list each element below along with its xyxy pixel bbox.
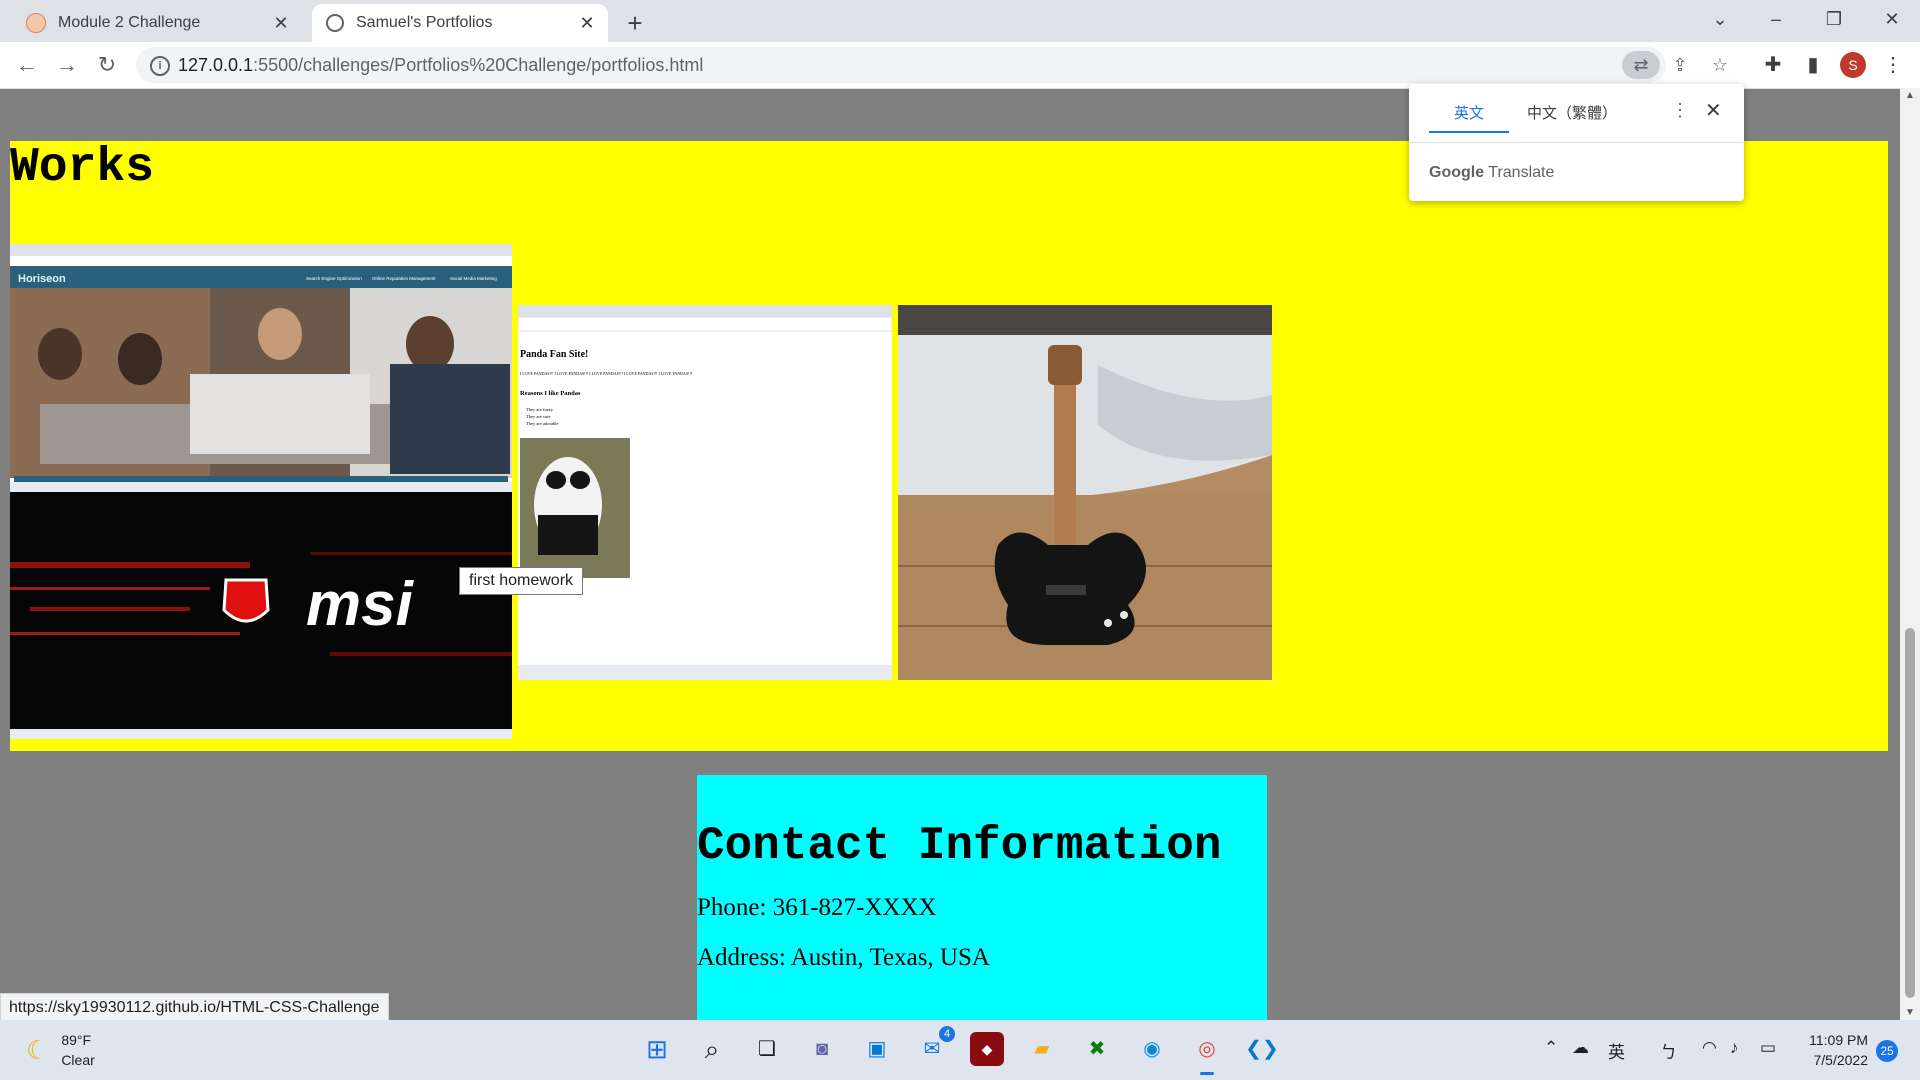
battery-icon[interactable]: ▭	[1760, 1038, 1776, 1058]
panda-project-image[interactable]: Panda Fan Site! I LOVE PANDAS!!! I LOVE …	[518, 305, 892, 680]
chrome-active-indicator	[1200, 1072, 1214, 1075]
clock-time: 11:09 PM	[1809, 1032, 1868, 1048]
search-icon[interactable]: ⌕	[695, 1032, 729, 1066]
contact-heading: Contact Information	[697, 820, 1222, 872]
teams-chat-icon[interactable]: ◙	[805, 1032, 839, 1066]
weather-condition: Clear	[61, 1052, 95, 1068]
panda-site-screenshot: Panda Fan Site! I LOVE PANDAS!!! I LOVE …	[518, 305, 892, 680]
volume-icon[interactable]: ♪	[1730, 1038, 1739, 1058]
share-icon[interactable]: ⇪	[1666, 51, 1694, 79]
translate-target-tab[interactable]: 中文（繁體）	[1527, 102, 1617, 123]
panda-reason-1: They are fuzzy	[526, 407, 554, 412]
horiseon-project-image[interactable]: Horiseon Search Engine Optimization Onli…	[10, 244, 512, 492]
profile-avatar[interactable]: S	[1840, 52, 1866, 78]
panda-title: Panda Fan Site!	[520, 349, 588, 360]
task-view-icon[interactable]: ❏	[750, 1032, 784, 1066]
new-tab-button[interactable]: +	[622, 8, 648, 39]
vscode-icon[interactable]: ❮❯	[1245, 1032, 1279, 1066]
image-tooltip: first homework	[459, 567, 584, 595]
forward-button[interactable]: →	[52, 50, 82, 80]
horiseon-nav-2: Online Reputation Management	[372, 276, 436, 281]
notification-badge[interactable]: 25	[1876, 1040, 1898, 1062]
site-info-icon[interactable]: i	[150, 56, 170, 76]
moon-icon: ☾	[26, 1034, 50, 1065]
more-options-icon[interactable]: ⋮	[1671, 100, 1689, 121]
link-status-bar: https://sky19930112.github.io/HTML-CSS-C…	[0, 993, 389, 1023]
horiseon-nav-1: Search Engine Optimization	[306, 276, 362, 281]
close-tab-icon[interactable]: ✕	[268, 13, 294, 34]
chrome-icon[interactable]: ◎	[1190, 1032, 1224, 1066]
works-heading: Works	[10, 141, 155, 195]
scrollbar-thumb[interactable]	[1905, 628, 1915, 998]
back-button[interactable]: ←	[12, 50, 42, 80]
file-explorer-icon[interactable]: ▰	[1025, 1032, 1059, 1066]
address-bar[interactable]: i 127.0.0.1:5500/challenges/Portfolios%2…	[136, 47, 1728, 83]
weather-temp: 89°F	[61, 1032, 92, 1048]
bookmark-star-icon[interactable]: ☆	[1706, 51, 1734, 79]
horiseon-screenshot: Horiseon Search Engine Optimization Onli…	[10, 244, 512, 492]
translate-icon[interactable]: ⇄	[1622, 51, 1660, 79]
onedrive-icon[interactable]: ☁	[1572, 1038, 1589, 1058]
mail-icon[interactable]: ✉ 4	[915, 1026, 955, 1066]
horiseon-nav-3: Social Media Marketing	[450, 276, 497, 281]
side-panel-icon[interactable]: ▮	[1800, 52, 1826, 78]
contact-address: Address: Austin, Texas, USA	[697, 944, 990, 971]
translate-popup: 英文 中文（繁體） ⋮ ✕ Google Translate	[1409, 84, 1744, 201]
store-icon[interactable]: ▣	[860, 1032, 894, 1066]
page-scrollbar[interactable]: ▲ ▼	[1900, 88, 1920, 1020]
msi-project-image[interactable]: msi	[10, 492, 512, 739]
close-icon[interactable]: ✕	[1705, 98, 1722, 123]
windows-taskbar: ☾ 89°F Clear ⊞ ⌕ ❏ ◙ ▣ ✉ 4 ◆ ▰ ✖ ◉ ◎ ❮❯ ⌃…	[0, 1020, 1920, 1080]
panda-subheading: Reasons I like Pandas	[520, 390, 581, 397]
restore-button[interactable]: ❐	[1814, 4, 1854, 34]
msi-logo-text: msi	[306, 570, 415, 639]
panda-reason-2: They are cute	[526, 414, 550, 419]
tab-title: Module 2 Challenge	[58, 14, 201, 31]
tab-samuels-portfolios[interactable]: Samuel's Portfolios ✕	[312, 4, 608, 42]
url-text[interactable]: 127.0.0.1:5500/challenges/Portfolios%20C…	[178, 55, 703, 76]
tab-search-icon[interactable]: ⌄	[1700, 4, 1740, 34]
contact-section: Contact Information Phone: 361-827-XXXX …	[697, 775, 1267, 1020]
tab-strip: Module 2 Challenge ✕ Samuel's Portfolios…	[0, 0, 1920, 42]
menu-icon[interactable]: ⋮	[1880, 52, 1906, 78]
ime-indicator[interactable]: 英	[1608, 1038, 1625, 1063]
panda-line: I LOVE PANDAS!!! I LOVE PANDAS!!! I LOVE…	[520, 371, 692, 376]
scroll-down-icon[interactable]: ▼	[1900, 1007, 1920, 1018]
msi-wallpaper: msi	[10, 492, 512, 739]
globe-icon	[326, 14, 344, 32]
translate-source-tab[interactable]: 英文	[1429, 102, 1509, 133]
extensions-icon[interactable]: ✚	[1760, 52, 1786, 78]
reload-button[interactable]: ↻	[92, 50, 122, 80]
guitar-project-image[interactable]	[898, 305, 1272, 680]
xbox-icon[interactable]: ✖	[1080, 1032, 1114, 1066]
google-translate-brand: Google Translate	[1429, 164, 1555, 181]
wifi-icon[interactable]: ◠	[1702, 1038, 1717, 1058]
browser-toolbar: ← → ↻ i 127.0.0.1:5500/challenges/Portfo…	[0, 42, 1920, 89]
tab-module-2-challenge[interactable]: Module 2 Challenge ✕	[12, 4, 302, 42]
system-clock[interactable]: 11:09 PM 7/5/2022	[1800, 1030, 1868, 1070]
close-tab-icon[interactable]: ✕	[574, 13, 600, 34]
ime-mode-indicator[interactable]: ㄅ	[1660, 1038, 1677, 1063]
panda-reason-3: They are adorable	[526, 421, 558, 426]
scroll-up-icon[interactable]: ▲	[1900, 90, 1920, 101]
mail-badge: 4	[939, 1026, 955, 1042]
clock-date: 7/5/2022	[1813, 1052, 1869, 1068]
start-icon[interactable]: ⊞	[640, 1032, 674, 1066]
guitar-photo	[898, 305, 1272, 680]
msi-shield-icon	[222, 578, 270, 623]
works-section: Works Horiseon Search Engine Optimizatio…	[10, 141, 1888, 751]
close-window-button[interactable]: ✕	[1872, 4, 1912, 34]
tab-title: Samuel's Portfolios	[356, 14, 493, 31]
contact-phone: Phone: 361-827-XXXX	[697, 894, 937, 921]
divider	[1409, 142, 1744, 143]
minimize-button[interactable]: –	[1756, 4, 1796, 34]
weather-widget[interactable]: ☾ 89°F Clear	[26, 1030, 95, 1070]
edge-icon[interactable]: ◉	[1135, 1032, 1169, 1066]
tray-chevron-icon[interactable]: ⌃	[1544, 1038, 1558, 1058]
msi-app-icon[interactable]: ◆	[970, 1032, 1004, 1066]
favicon-icon	[26, 13, 46, 33]
horiseon-brand: Horiseon	[18, 273, 66, 285]
